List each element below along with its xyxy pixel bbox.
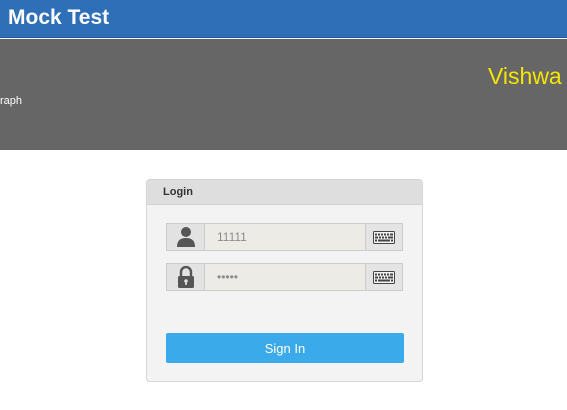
login-panel-title: Login	[147, 180, 422, 205]
app-title: Mock Test	[8, 6, 110, 29]
info-banner: raph Vishwa	[0, 39, 567, 150]
top-bar: Mock Test	[0, 0, 567, 38]
password-row	[166, 263, 403, 291]
lock-icon	[166, 263, 204, 291]
info-left-text: raph	[0, 95, 23, 107]
candidate-name: Vishwa	[488, 63, 562, 89]
username-row	[166, 223, 403, 251]
user-icon	[166, 223, 204, 251]
password-input[interactable]	[204, 263, 366, 291]
keyboard-icon[interactable]	[366, 223, 403, 251]
username-input[interactable]	[204, 223, 366, 251]
sign-in-button[interactable]: Sign In	[166, 333, 404, 363]
login-panel: Login 11111 ••••• Sign In	[146, 179, 423, 382]
keyboard-icon[interactable]	[366, 263, 403, 291]
